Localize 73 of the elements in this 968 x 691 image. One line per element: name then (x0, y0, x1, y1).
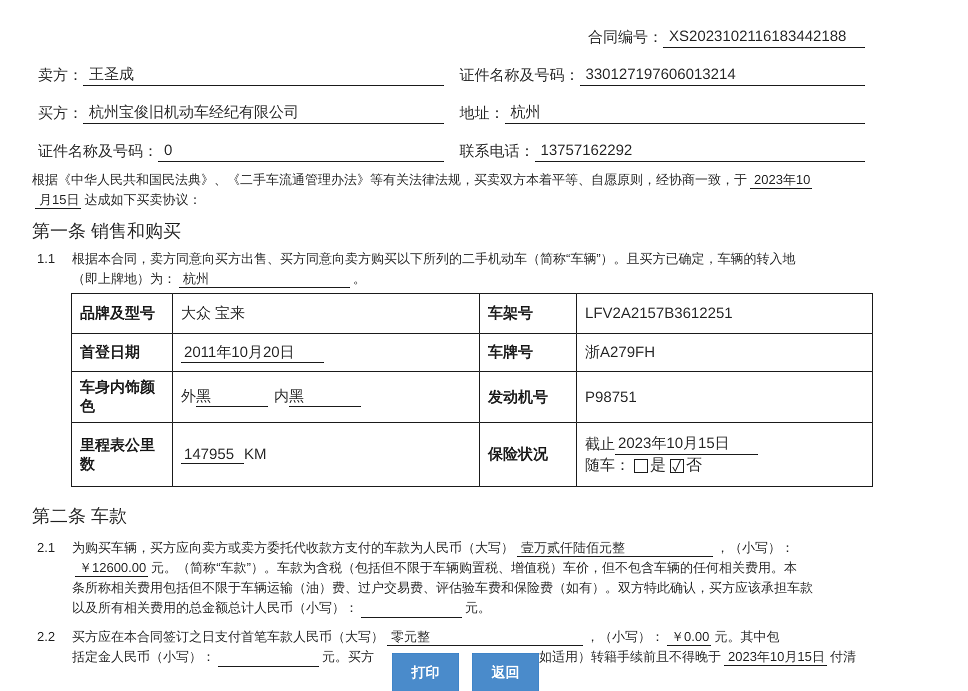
field-label: 证件名称及号码： (38, 142, 158, 162)
table-header-cell: 车身内饰颜色 (72, 372, 172, 422)
field-value: 13757162292 (534, 141, 865, 162)
preamble-text: 根据《中华人民共和国民法典》、《二手车流通管理办法》等有关法律法规，买卖双方本着平等、自愿原则，经协商一致，于 (32, 172, 747, 187)
table-cell: 大众 宝来 (181, 305, 246, 322)
clause-text: ，（小写）： (586, 629, 664, 644)
clause-text: 付清 (830, 649, 856, 664)
table-header-cell: 里程表公里数 (72, 422, 172, 486)
clause-text: 如适用）转籍手续前且不得晚于 (539, 649, 721, 664)
fill-in-line: 黑 (289, 387, 361, 407)
clause-text: （即上牌地）为： (72, 271, 176, 286)
clause-text: 条所称相关费用包括但不限于车辆运输（油）费、过户交易费、评估验车费和保险费（如有）。双方特此确认，买方应该承担车款 (72, 580, 813, 595)
field-value: 王圣成 (83, 65, 444, 86)
checkbox[interactable] (670, 458, 684, 472)
checkbox[interactable] (634, 458, 648, 472)
with-car-label: 随车： (585, 456, 630, 476)
clause-text: 元。其中包 (714, 629, 780, 644)
clause-text: 括定金人民币（小写）： (72, 649, 215, 664)
fill-in-line: ￥0.00 (667, 628, 712, 646)
field-label: 卖方： (38, 66, 83, 86)
contract-number-label: 合同编号： (588, 28, 663, 48)
fill-in-line: ￥12600.00 (75, 559, 148, 577)
field-label: 买方： (38, 104, 83, 124)
clause-text: 元。 (465, 600, 491, 615)
table-cell: 浙A279FH (585, 344, 656, 361)
clause-text: 元。（简称“车款”）。车款为含税（包括但不限于车辆购置税、增值税）车价，但不包含车辆的任何相关费用。本 (151, 560, 797, 575)
field-value: 330127197606013214 (580, 65, 865, 86)
clause-number: 2.2 (37, 628, 56, 646)
unit-text: KM (244, 446, 266, 462)
fill-in-line: 月15日 (35, 191, 82, 209)
fill-in-line: 2023年10月15日 (724, 648, 827, 666)
fill-in-line: 壹万贰仟陆佰元整 (517, 539, 713, 557)
fill-in-line: 147955 (181, 446, 244, 464)
fill-in-line: 黑 (196, 387, 268, 407)
clause-text: 以及所有相关费用的总金额总计人民币（小写）： (72, 600, 358, 615)
fill-in-line: 2023年10 (750, 171, 812, 189)
table-header-cell: 车架号 (480, 294, 576, 334)
field-label: 联系电话： (460, 142, 534, 162)
fill-in-line: 零元整 (387, 628, 583, 646)
field-label: 地址： (460, 104, 504, 124)
fill-in-line: 2011年10月20日 (181, 342, 324, 362)
section-heading: 第一条 销售和购买 (31, 220, 182, 243)
section-heading: 第二条 车款 (31, 505, 128, 528)
preamble-text: 达成如下买卖协议： (84, 192, 202, 207)
table-cell: P98751 (585, 388, 637, 406)
back-button[interactable]: 返回 (472, 653, 539, 691)
field-value: 0 (158, 141, 444, 162)
field-label: 证件名称及号码： (460, 66, 580, 86)
contract-number-value: XS2023102116183442188 (663, 27, 865, 48)
table-cell: LFV2A2157B3612251 (585, 305, 733, 322)
clause-text: 元。买方 (322, 649, 374, 664)
clause-number: 1.1 (37, 250, 56, 268)
color-label: 外 (181, 388, 196, 405)
table-header-cell: 首登日期 (72, 334, 172, 372)
field-value: 杭州 (504, 103, 865, 124)
option-label: 否 (686, 456, 702, 476)
fill-in-line: 2023年10月15日 (615, 433, 758, 455)
expiry-label: 截止 (585, 434, 615, 454)
fill-in-line: 杭州 (179, 270, 350, 288)
color-label: 内 (274, 388, 289, 405)
clause-text: 为购买车辆，买方应向卖方或卖方委托代收款方支付的车款为人民币（大写） (72, 540, 514, 555)
option-label: 是 (650, 456, 666, 476)
clause-text: 买方应在本合同签订之日支付首笔车款人民币（大写） (72, 629, 384, 644)
table-header-cell: 保险状况 (480, 422, 576, 486)
clause-text: 根据本合同，卖方同意向买方出售、买方同意向卖方购买以下所列的二手机动车（简称“车辆”）。且买方已确定，车辆的转入地 (72, 251, 796, 266)
print-button[interactable]: 打印 (392, 653, 459, 691)
clause-text: 。 (353, 271, 366, 286)
clause-number: 2.1 (37, 539, 56, 557)
field-value: 杭州宝俊旧机动车经纪有限公司 (83, 103, 444, 124)
clause-text: ，（小写）： (716, 540, 794, 555)
table-header-cell: 车牌号 (480, 334, 576, 372)
table-header-cell: 品牌及型号 (72, 294, 172, 334)
table-header-cell: 发动机号 (480, 372, 576, 422)
